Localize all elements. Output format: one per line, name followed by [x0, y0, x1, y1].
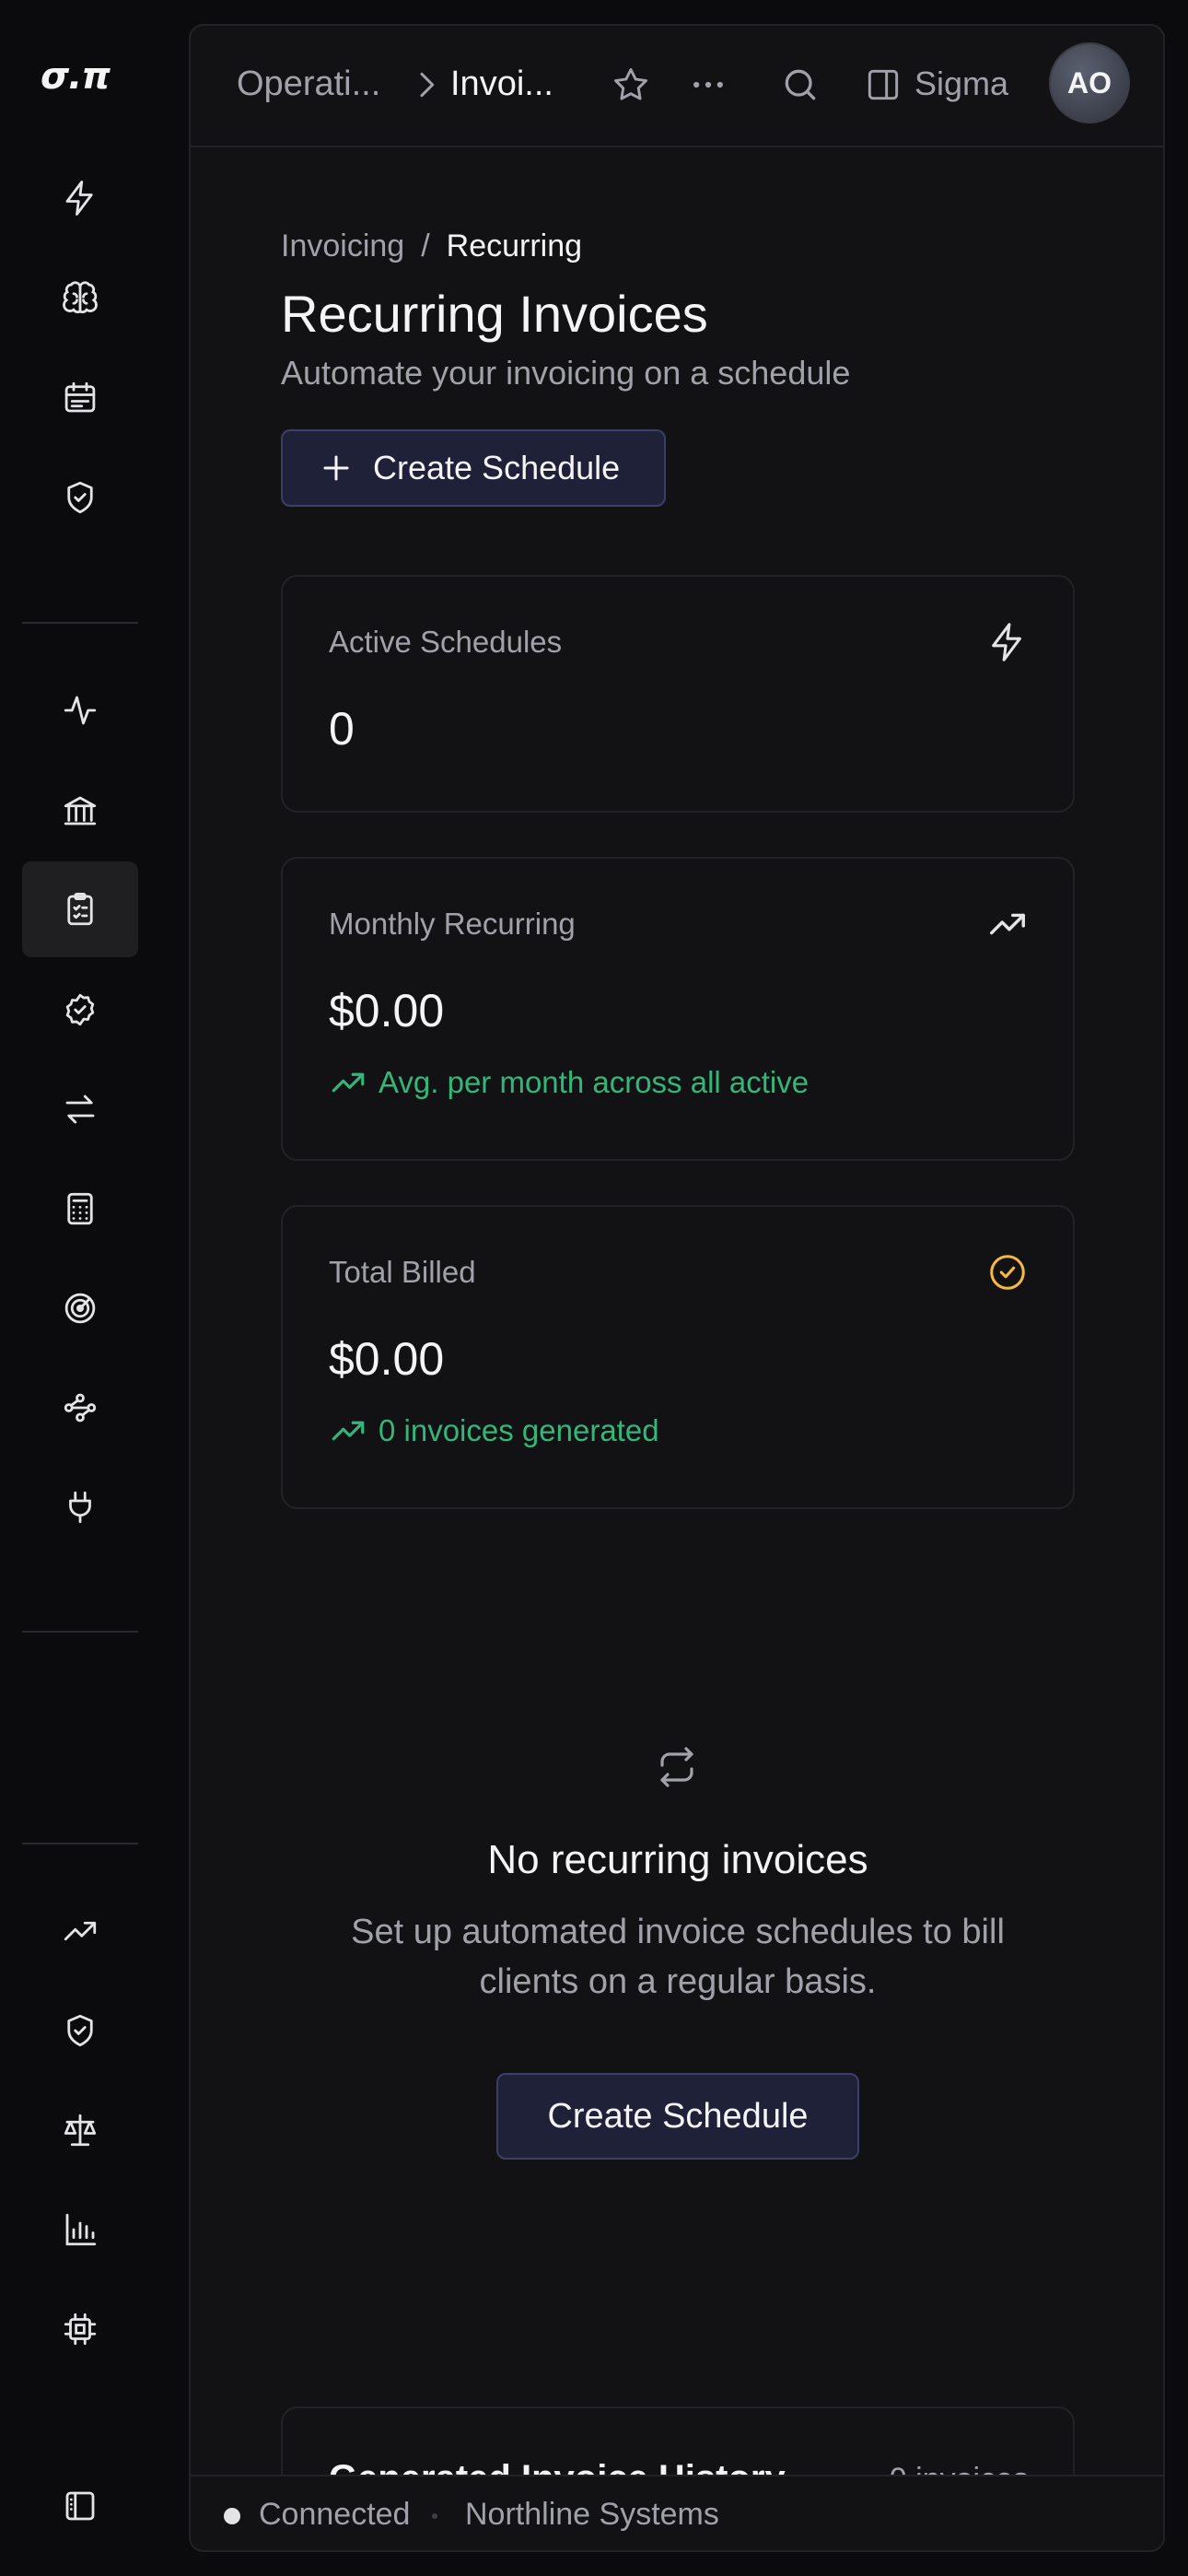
stat-value: $0.00: [329, 985, 445, 1036]
stat-trend-text: Avg. per month across all active: [379, 1065, 809, 1099]
sidebar: σ.π: [0, 0, 189, 2576]
stat-trend: 0 invoices generated: [329, 1411, 659, 1450]
top-bar: Operati... Invoi... Sigma AO: [191, 26, 1163, 147]
page-title: Recurring Invoices: [281, 285, 708, 343]
avatar[interactable]: AO: [1049, 42, 1130, 123]
plus-icon: [323, 455, 349, 481]
sidebar-panel-toggle-icon[interactable]: [22, 2458, 138, 2554]
stat-card-total-billed: Total Billed $0.00 0 invoices generated: [281, 1205, 1075, 1509]
topbar-breadcrumb-parent[interactable]: Operati...: [237, 64, 380, 104]
sidebar-plug-icon[interactable]: [22, 1459, 138, 1555]
breadcrumb: Invoicing / Recurring: [281, 228, 582, 264]
stat-trend: Avg. per month across all active: [329, 1063, 809, 1102]
trending-up-icon: [332, 1072, 365, 1093]
sidebar-divider: [22, 622, 138, 624]
zap-icon: [986, 621, 1029, 663]
page-subtitle: Automate your invoicing on a schedule: [281, 354, 851, 392]
sidebar-activity-icon[interactable]: [22, 662, 138, 758]
topbar-breadcrumb-current[interactable]: Invoi...: [450, 64, 553, 104]
sidebar-cpu-icon[interactable]: [22, 2281, 138, 2377]
breadcrumb-separator: /: [421, 228, 430, 263]
breadcrumb-current: Recurring: [446, 228, 583, 263]
sidebar-shield-check-icon[interactable]: [22, 450, 138, 545]
connection-status: Connected: [259, 2497, 411, 2532]
sidebar-workflow-icon[interactable]: [22, 1360, 138, 1456]
connection-status-dot: [224, 2508, 240, 2524]
sidebar-calculator-icon[interactable]: [22, 1161, 138, 1257]
sidebar-trending-up-icon[interactable]: [22, 1883, 138, 1979]
stat-label: Monthly Recurring: [329, 907, 576, 941]
stat-value: 0: [329, 703, 355, 755]
empty-create-schedule-button[interactable]: Create Schedule: [496, 2073, 859, 2160]
create-schedule-button[interactable]: Create Schedule: [281, 429, 666, 507]
status-separator: [432, 2513, 437, 2519]
sidebar-zap-icon[interactable]: [22, 150, 138, 246]
create-schedule-label: Create Schedule: [373, 449, 621, 486]
sidebar-radar-icon[interactable]: [22, 1260, 138, 1356]
sidebar-brain-icon[interactable]: [22, 251, 138, 346]
status-bar: Connected Northline Systems: [191, 2475, 1163, 2550]
panel-right-icon[interactable]: [863, 64, 903, 105]
stat-label: Total Billed: [329, 1255, 476, 1289]
organization-name[interactable]: Northline Systems: [465, 2497, 719, 2533]
stat-label: Active Schedules: [329, 625, 563, 659]
stat-value: $0.00: [329, 1333, 445, 1385]
chevron-right-icon: [408, 66, 445, 103]
sidebar-transfer-icon[interactable]: [22, 1061, 138, 1157]
breadcrumb-parent[interactable]: Invoicing: [281, 228, 404, 263]
star-icon[interactable]: [611, 64, 651, 105]
sidebar-divider: [22, 1631, 138, 1633]
app-logo[interactable]: σ.π: [41, 55, 111, 98]
trending-up-icon: [332, 1421, 365, 1441]
sidebar-clipboard-icon[interactable]: [22, 861, 138, 957]
sidebar-shield-check-icon[interactable]: [22, 1983, 138, 2078]
check-circle-icon: [986, 1251, 1029, 1294]
stat-card-active-schedules: Active Schedules 0: [281, 575, 1075, 813]
sidebar-scale-icon[interactable]: [22, 2082, 138, 2178]
repeat-icon: [655, 1745, 699, 1789]
workspace-label[interactable]: Sigma: [914, 64, 1008, 103]
trending-up-icon: [986, 903, 1029, 945]
sidebar-divider: [22, 1843, 138, 1844]
sidebar-calendar-icon[interactable]: [22, 350, 138, 446]
stat-card-monthly-recurring: Monthly Recurring $0.00 Avg. per month a…: [281, 857, 1075, 1161]
more-horizontal-icon[interactable]: [688, 64, 728, 105]
search-icon[interactable]: [780, 64, 821, 105]
sidebar-bank-icon[interactable]: [22, 763, 138, 859]
main-panel: Operati... Invoi... Sigma AO Invoicing / R…: [189, 24, 1165, 2552]
sidebar-badge-check-icon[interactable]: [22, 962, 138, 1058]
empty-state-title: No recurring invoices: [487, 1837, 868, 1882]
sidebar-bar-chart-icon[interactable]: [22, 2182, 138, 2277]
stat-trend-text: 0 invoices generated: [379, 1413, 659, 1447]
empty-state-description: Set up automated invoice schedules to bi…: [351, 1913, 1005, 2001]
